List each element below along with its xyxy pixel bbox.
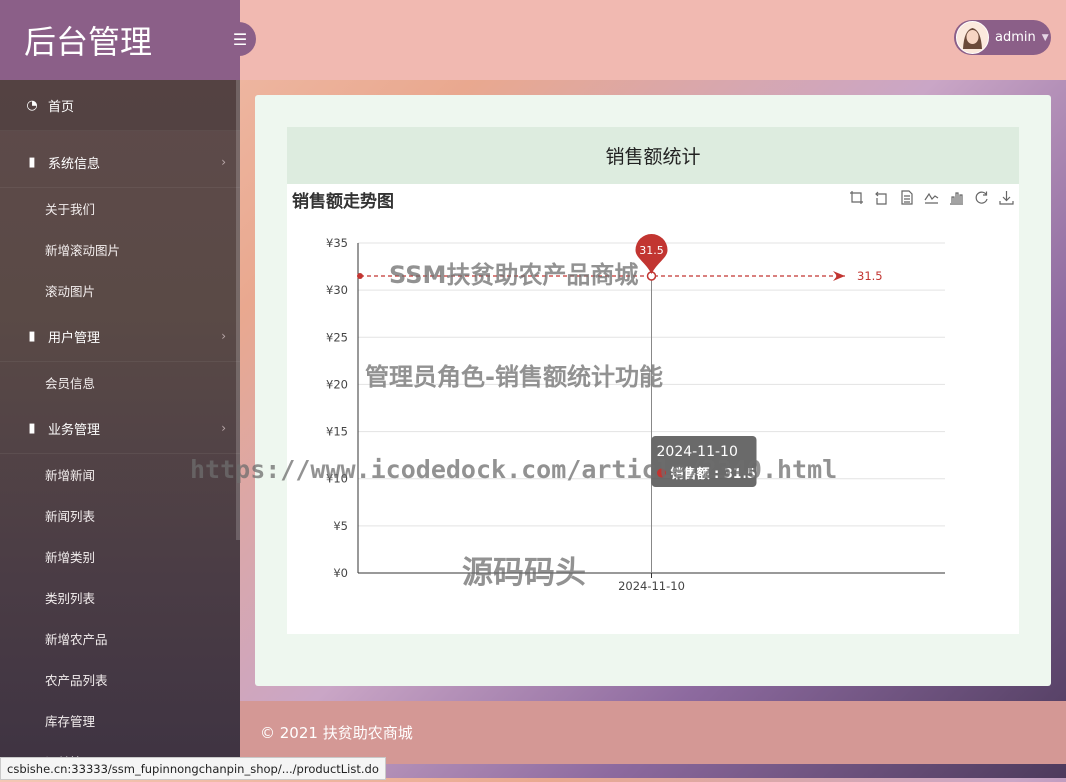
sidebar-item-news-list[interactable]: 新闻列表: [0, 495, 240, 536]
sidebar-group-business[interactable]: ▮ 业务管理 ›: [0, 403, 240, 454]
tooltip-title: 2024-11-10: [657, 444, 738, 460]
tooltip-value: 销售额 : 31.5: [671, 466, 756, 482]
tooltip-series-dot: [657, 468, 666, 478]
restore-icon[interactable]: [973, 189, 990, 206]
y-tick-label: ¥5: [333, 519, 348, 533]
stats-panel: 销售额统计 销售额走势图 ¥35 ¥30 ¥25 ¥20 ¥15 ¥10 ¥5 …: [287, 127, 1019, 634]
sidebar-item-members[interactable]: 会员信息: [0, 362, 240, 403]
chevron-right-icon: ›: [221, 155, 226, 169]
line-icon[interactable]: [923, 189, 940, 206]
y-tick-label: ¥30: [326, 283, 348, 297]
chart-toolbox: [848, 189, 1015, 206]
book-icon: ▮: [28, 154, 36, 170]
x-tick-label: 2024-11-10: [618, 579, 685, 593]
sidebar-item-add-product[interactable]: 新增农产品: [0, 618, 240, 659]
zoom-reset-icon[interactable]: [873, 189, 890, 206]
download-icon[interactable]: [998, 189, 1015, 206]
sidebar: 后台管理 ◔ 首页 ▮ 系统信息 › 关于我们 新增滚动图片 滚动图片 ▮ 用户…: [0, 0, 240, 778]
markpoint-label: 31.5: [639, 244, 664, 257]
user-menu[interactable]: admin ▼: [954, 20, 1051, 55]
chevron-right-icon: ›: [221, 421, 226, 435]
data-view-icon[interactable]: [898, 189, 915, 206]
bar-icon[interactable]: [948, 189, 965, 206]
markline-label: 31.5: [857, 269, 883, 283]
y-tick-label: ¥0: [333, 566, 348, 580]
sidebar-nav: ◔ 首页 ▮ 系统信息 › 关于我们 新增滚动图片 滚动图片 ▮ 用户管理 › …: [0, 80, 240, 782]
chart-title: 销售额走势图: [292, 192, 394, 212]
dashboard-icon: ◔: [26, 97, 38, 113]
topbar: admin ▼: [240, 0, 1066, 80]
main-content: 销售额统计 销售额走势图 ¥35 ¥30 ¥25 ¥20 ¥15 ¥10 ¥5 …: [255, 95, 1051, 686]
book-icon: ▮: [28, 328, 36, 344]
sidebar-item-category-list[interactable]: 类别列表: [0, 577, 240, 618]
book-icon: ▮: [28, 420, 36, 436]
sales-line-chart[interactable]: ¥35 ¥30 ¥25 ¥20 ¥15 ¥10 ¥5 ¥0 2024-11-10 31.5 31.5…: [287, 227, 1019, 627]
y-tick-label: ¥10: [326, 472, 348, 486]
sidebar-item-label: 首页: [48, 99, 75, 115]
sidebar-item-label: 系统信息: [48, 156, 101, 172]
browser-status-bar: csbishe.cn:33333/ssm_fupinnongchanpin_sh…: [0, 757, 386, 780]
sidebar-item-label: 业务管理: [48, 422, 101, 438]
sidebar-group-system[interactable]: ▮ 系统信息 ›: [0, 137, 240, 188]
markline-arrow: [833, 271, 845, 281]
caret-down-icon: ▼: [1041, 32, 1049, 43]
y-tick-label: ¥25: [326, 330, 348, 344]
sidebar-item-label: 用户管理: [48, 330, 101, 346]
sidebar-item-inventory[interactable]: 库存管理: [0, 700, 240, 741]
username: admin: [995, 30, 1036, 45]
y-tick-label: ¥20: [326, 377, 348, 391]
sidebar-item-add-carousel[interactable]: 新增滚动图片: [0, 229, 240, 270]
sidebar-item-add-category[interactable]: 新增类别: [0, 536, 240, 577]
avatar: [956, 21, 989, 54]
sidebar-item-home[interactable]: ◔ 首页: [0, 80, 240, 131]
sidebar-item-product-list[interactable]: 农产品列表: [0, 659, 240, 700]
brand-title: 后台管理: [0, 0, 240, 80]
y-tick-label: ¥35: [326, 236, 348, 250]
sidebar-group-users[interactable]: ▮ 用户管理 ›: [0, 311, 240, 362]
chevron-right-icon: ›: [221, 329, 226, 343]
sidebar-item-about[interactable]: 关于我们: [0, 188, 240, 229]
sidebar-item-carousel[interactable]: 滚动图片: [0, 270, 240, 311]
footer: © 2021 扶贫助农商城: [240, 701, 1066, 764]
panel-title: 销售额统计: [287, 127, 1019, 184]
sidebar-item-add-news[interactable]: 新增新闻: [0, 454, 240, 495]
y-tick-label: ¥15: [326, 425, 348, 439]
sidebar-scrollbar[interactable]: [236, 80, 240, 540]
zoom-icon[interactable]: [848, 189, 865, 206]
